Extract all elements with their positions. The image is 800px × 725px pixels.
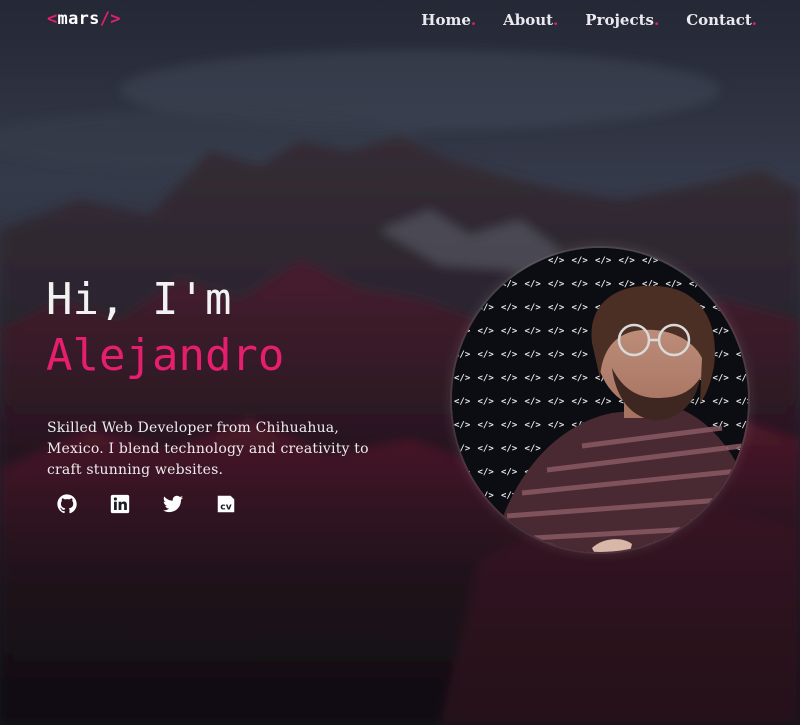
linkedin-link[interactable] [105, 489, 135, 519]
linkedin-icon [110, 494, 130, 514]
twitter-icon [162, 495, 184, 513]
site-logo[interactable]: <mars/> [47, 9, 121, 29]
profile-photo: </> [452, 248, 748, 552]
hero-greeting: Hi, I'm [46, 274, 232, 325]
twitter-link[interactable] [158, 489, 188, 519]
social-links: cv [52, 489, 264, 519]
github-link[interactable] [52, 489, 82, 519]
nav-contact-link[interactable]: Contact. [686, 11, 757, 29]
logo-bracket-open: < [47, 9, 58, 29]
nav-home-link[interactable]: Home. [421, 11, 476, 29]
nav-about-link[interactable]: About. [503, 11, 558, 29]
cv-icon-label: cv [220, 502, 231, 513]
nav-projects-link[interactable]: Projects. [585, 11, 659, 29]
main-navigation: Home. About. Projects. Contact. [394, 11, 757, 29]
cv-icon: cv [217, 495, 235, 513]
hero-bio: Skilled Web Developer from Chihuahua, Me… [47, 420, 369, 478]
logo-bracket-close: /> [99, 9, 121, 29]
logo-text: mars [57, 9, 100, 29]
github-icon [57, 494, 77, 514]
cv-link[interactable]: cv [211, 489, 241, 519]
hero-name: Alejandro [46, 330, 285, 381]
